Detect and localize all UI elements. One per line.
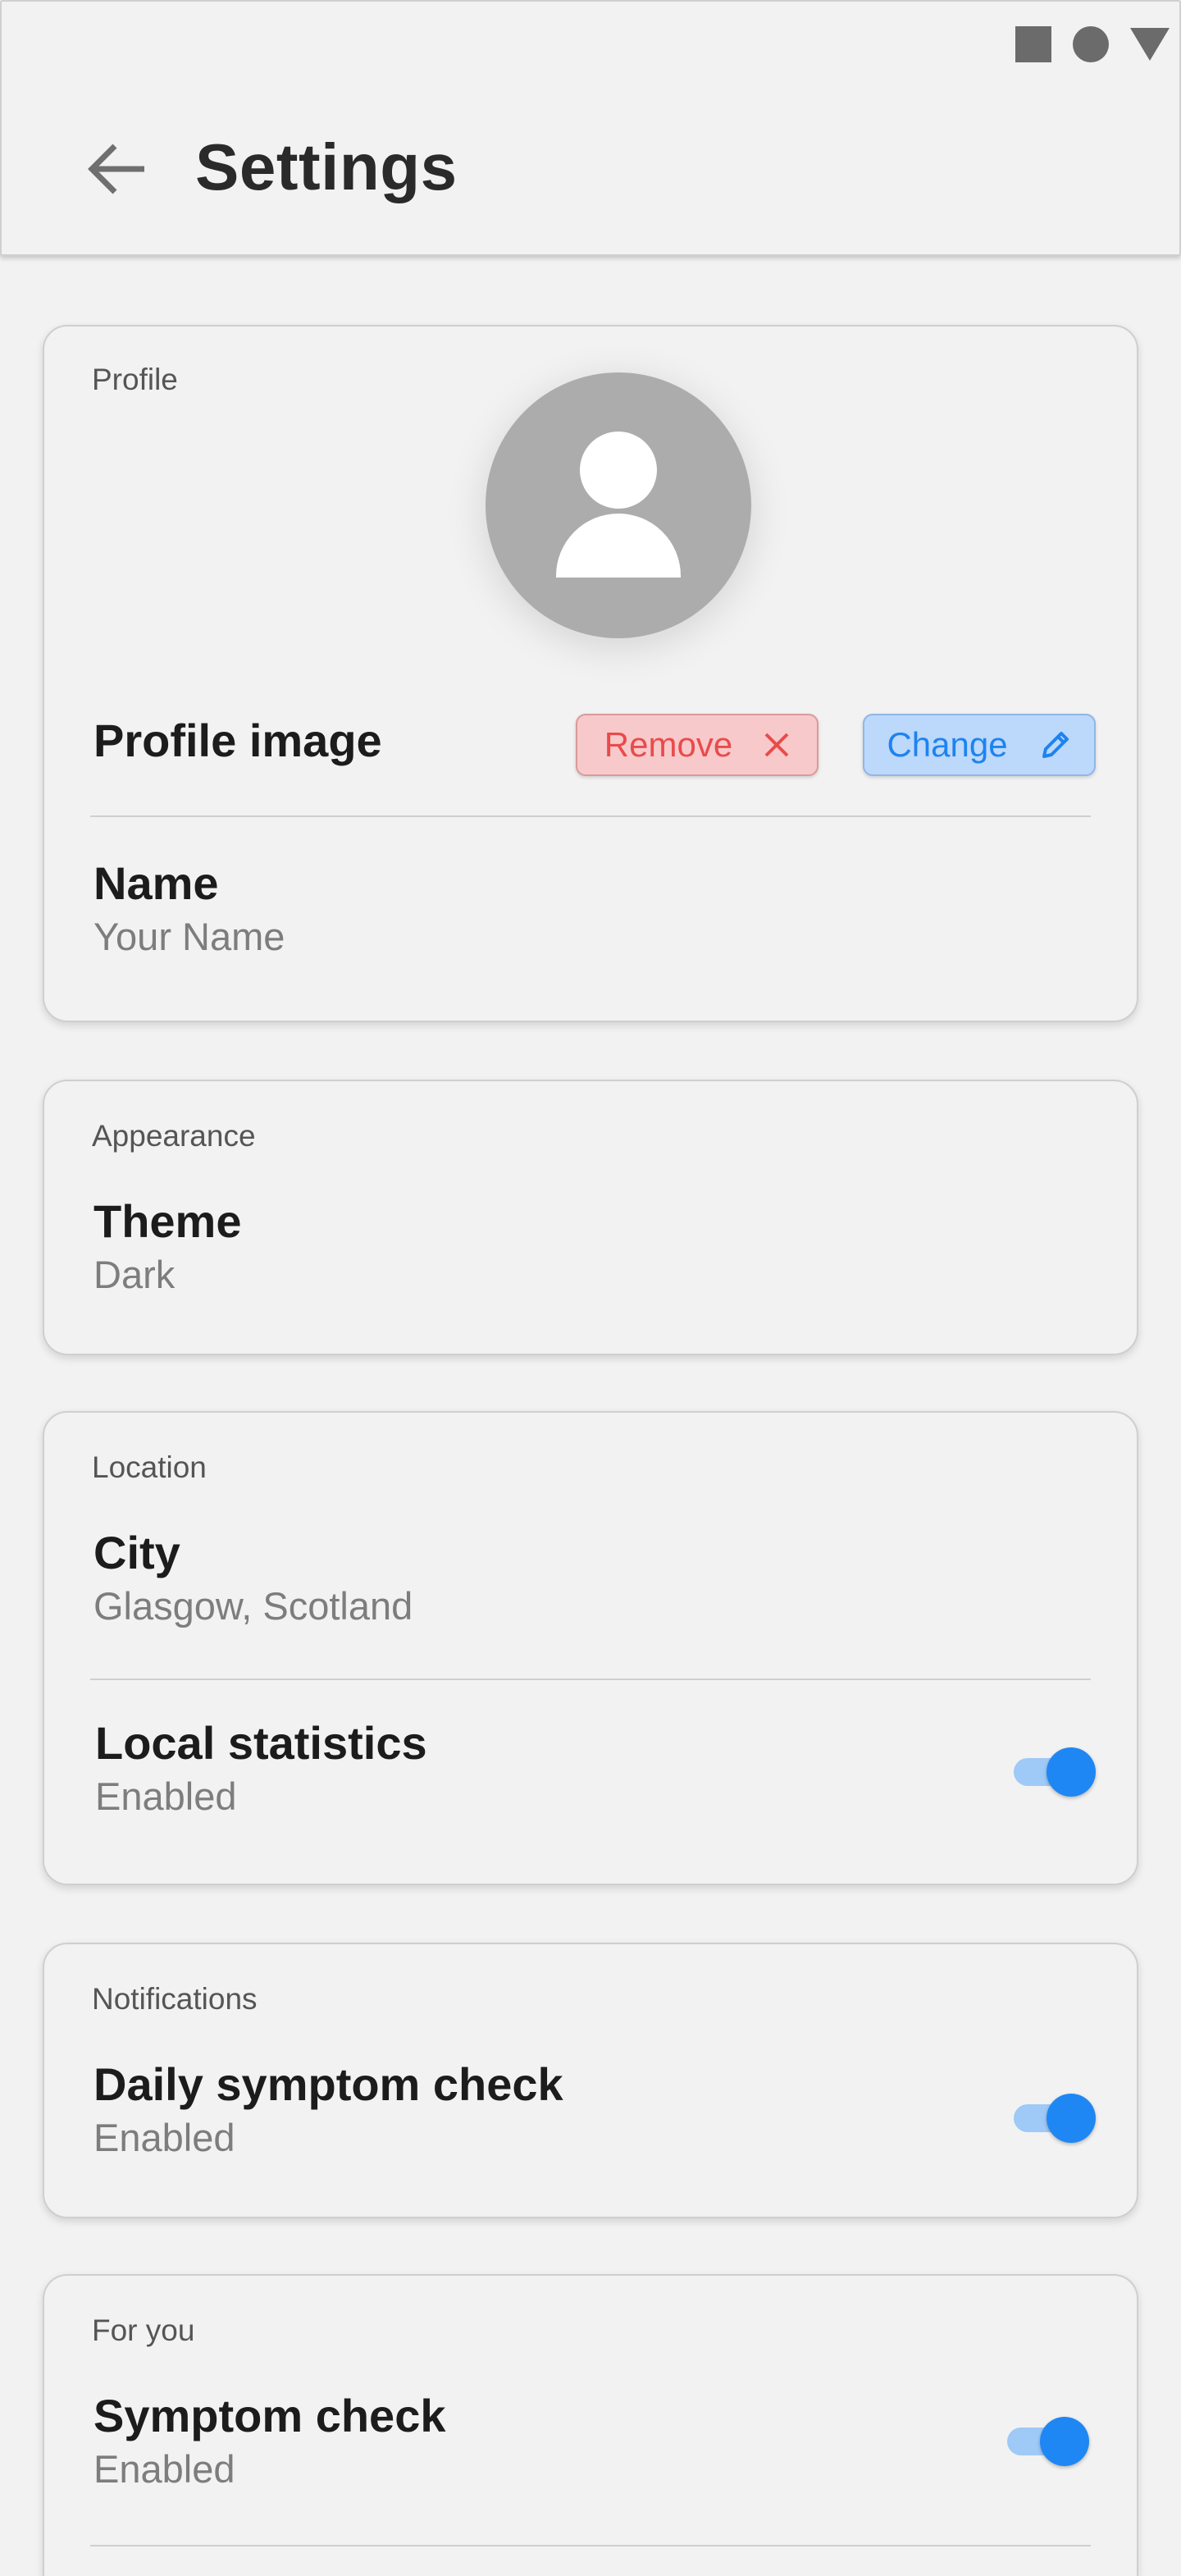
section-label-location: Location [92, 1450, 207, 1484]
section-label-for-you: For you [92, 2313, 195, 2347]
change-button-label: Change [887, 725, 1008, 764]
remove-button-label: Remove [604, 725, 733, 764]
section-label-appearance: Appearance [92, 1119, 256, 1153]
for-you-card: For you Symptom check Enabled [43, 2274, 1138, 2576]
page-title: Settings [195, 130, 458, 203]
theme-title: Theme [93, 1195, 242, 1247]
change-image-button[interactable]: Change [863, 714, 1096, 776]
section-label-notifications: Notifications [92, 1982, 258, 2016]
remove-image-button[interactable]: Remove [576, 714, 818, 776]
symptom-check-setting[interactable]: Symptom check Enabled [44, 2366, 1137, 2530]
square-icon [1015, 26, 1051, 62]
close-icon [764, 733, 789, 757]
divider [90, 815, 1091, 817]
daily-symptom-check-title: Daily symptom check [93, 2058, 563, 2110]
local-statistics-title: Local statistics [95, 1717, 427, 1769]
name-value: Your Name [93, 915, 285, 958]
local-statistics-toggle[interactable] [1014, 1746, 1096, 1798]
pencil-icon [1042, 732, 1069, 758]
circle-icon [1073, 26, 1109, 62]
name-setting[interactable]: Name Your Name [44, 835, 1137, 983]
app-bar: Settings [0, 0, 1181, 256]
divider [90, 1679, 1091, 1680]
appearance-card: Appearance Theme Dark [43, 1080, 1138, 1355]
symptom-check-toggle[interactable] [1007, 2415, 1089, 2468]
theme-setting[interactable]: Theme Dark [44, 1172, 1137, 1327]
back-button[interactable] [84, 139, 149, 199]
local-statistics-value: Enabled [95, 1774, 237, 1818]
local-statistics-setting[interactable]: Local statistics Enabled [44, 1692, 1137, 1856]
triangle-down-icon [1130, 28, 1170, 61]
symptom-check-title: Symptom check [93, 2390, 446, 2441]
profile-card: Profile Profile image Remove Change Name… [43, 325, 1138, 1022]
section-label-profile: Profile [92, 363, 178, 396]
symptom-check-value: Enabled [93, 2447, 235, 2491]
daily-symptom-check-value: Enabled [93, 2116, 235, 2159]
system-status-icons [1015, 26, 1170, 62]
divider [90, 2545, 1091, 2546]
notifications-card: Notifications Daily symptom check Enable… [43, 1943, 1138, 2218]
arrow-left-icon [88, 144, 144, 194]
avatar[interactable] [486, 372, 751, 638]
daily-symptom-check-toggle[interactable] [1014, 2092, 1096, 2144]
city-value: Glasgow, Scotland [93, 1584, 413, 1628]
profile-image-label: Profile image [93, 715, 382, 766]
name-title: Name [93, 857, 219, 909]
city-setting[interactable]: City Glasgow, Scotland [44, 1503, 1137, 1667]
theme-value: Dark [93, 1253, 176, 1296]
location-card: Location City Glasgow, Scotland Local st… [43, 1411, 1138, 1885]
daily-symptom-check-setting[interactable]: Daily symptom check Enabled [44, 2035, 1137, 2199]
city-title: City [93, 1527, 180, 1578]
